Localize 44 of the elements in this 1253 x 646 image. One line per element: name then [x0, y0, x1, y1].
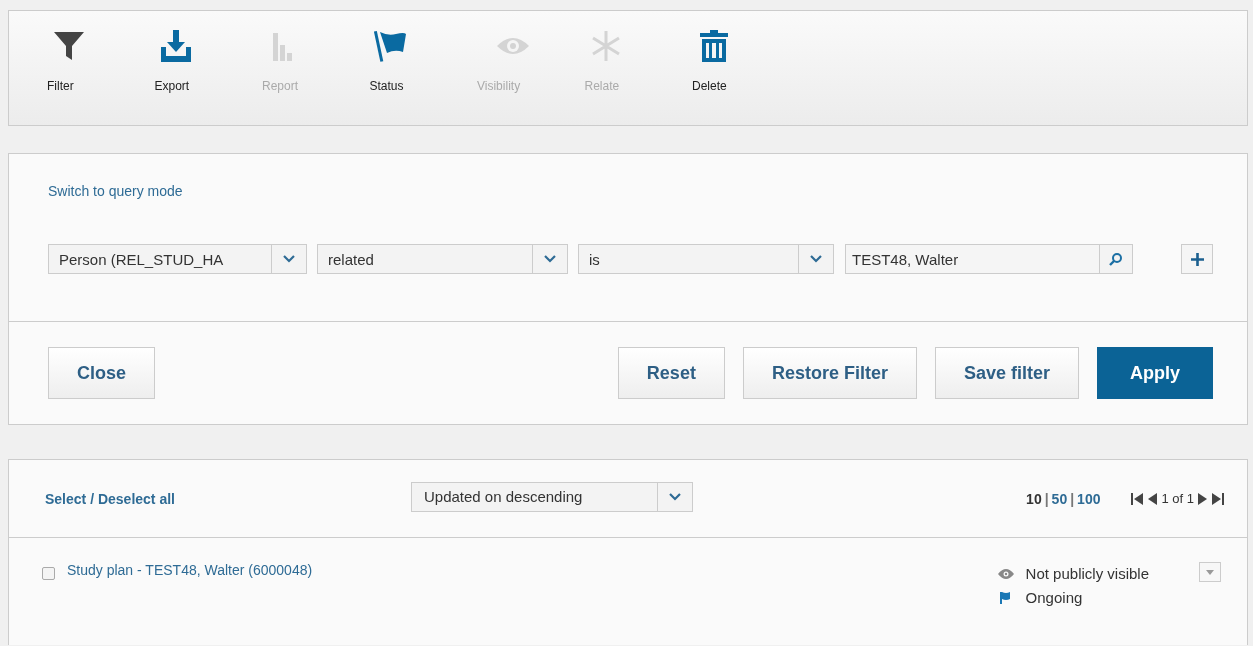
record-link[interactable]: Study plan - TEST48, Walter (6000048)	[67, 562, 313, 606]
select-all-link[interactable]: Select / Deselect all	[45, 490, 175, 507]
separator: |	[1070, 490, 1075, 507]
chevron-down-icon	[544, 255, 556, 263]
download-icon	[159, 29, 194, 63]
record-status: Ongoing	[1025, 589, 1083, 606]
row-checkbox[interactable]	[42, 567, 55, 580]
first-page-icon[interactable]	[1130, 492, 1145, 505]
chevron-down-icon	[810, 255, 822, 263]
value-field[interactable]: TEST48, Walter	[845, 244, 1099, 274]
toolbar-button[interactable]: Filter	[47, 29, 155, 93]
field-select[interactable]: Person (REL_STUD_HA	[48, 244, 307, 274]
toolbar-button[interactable]: Delete	[692, 29, 800, 93]
sort-select[interactable]: Updated on descending	[410, 481, 693, 512]
page-size-link[interactable]: 100	[1077, 490, 1101, 507]
comparison-select[interactable]: is	[578, 244, 834, 274]
add-condition-button[interactable]	[1181, 244, 1213, 274]
filter-icon	[51, 29, 86, 63]
secondary-button[interactable]: Close	[48, 347, 156, 399]
toolbar-button[interactable]: Export	[154, 29, 262, 93]
plus-icon	[1190, 252, 1204, 266]
toolbar-button[interactable]: Status	[369, 29, 477, 93]
operator-select[interactable]: related	[317, 244, 568, 274]
query-mode-link[interactable]: Switch to query mode	[48, 183, 183, 199]
eye-icon	[997, 568, 1014, 579]
chevron-down-icon	[668, 492, 681, 501]
last-page-icon[interactable]	[1211, 492, 1225, 505]
search-button[interactable]	[1099, 244, 1133, 274]
secondary-button[interactable]: Reset	[617, 347, 725, 399]
page-size-link[interactable]: 50	[1051, 490, 1068, 507]
secondary-button[interactable]: Save filter	[934, 347, 1079, 399]
flag-icon	[374, 29, 409, 63]
page-info: 1 of 1	[1161, 491, 1194, 506]
next-page-icon[interactable]	[1198, 492, 1207, 505]
separator: |	[1044, 490, 1049, 507]
previous-page-icon[interactable]	[1148, 492, 1158, 505]
row-menu-button[interactable]	[1199, 562, 1221, 582]
primary-button[interactable]: Apply	[1097, 347, 1213, 399]
secondary-button[interactable]: Restore Filter	[742, 347, 917, 399]
visibility-status: Not publicly visible	[1025, 565, 1149, 582]
caret-icon	[1206, 569, 1214, 575]
page-size-link[interactable]: 10	[1026, 490, 1042, 507]
search-icon	[1109, 252, 1123, 266]
chevron-down-icon	[283, 255, 295, 263]
